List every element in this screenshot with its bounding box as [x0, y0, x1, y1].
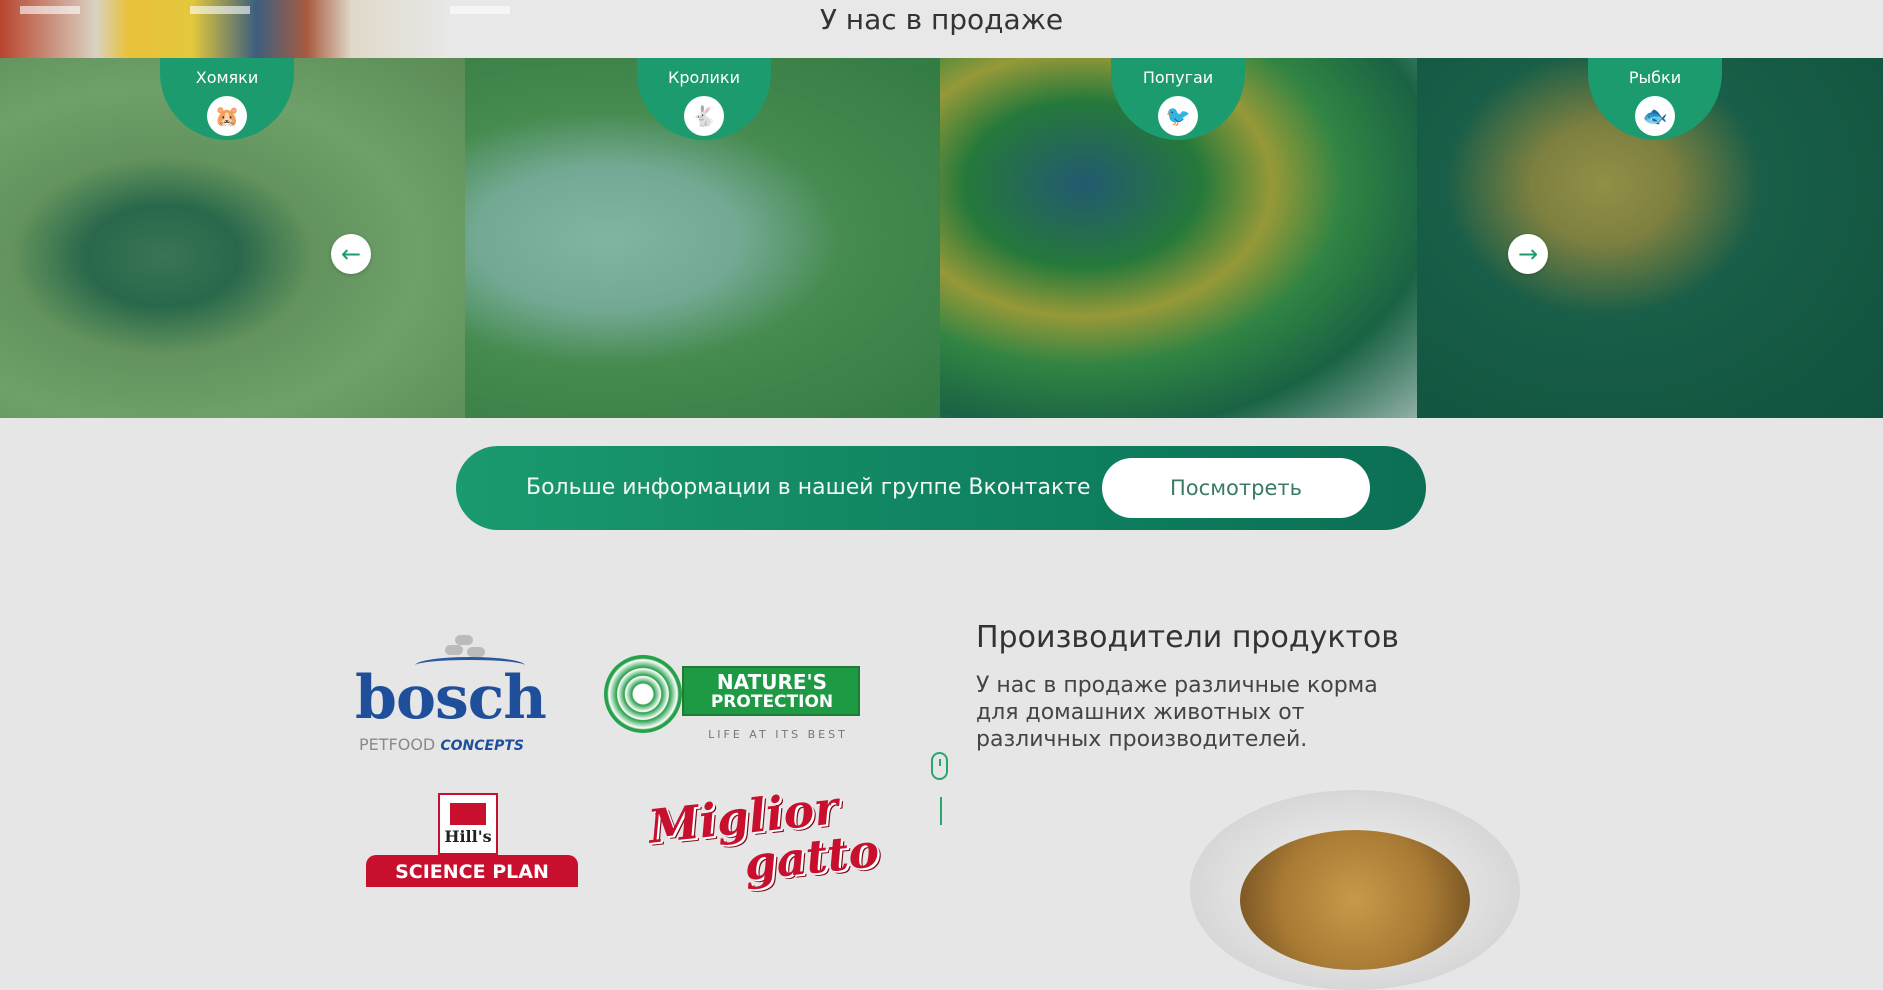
spiral-graphic: [604, 655, 682, 733]
category-label: Кролики: [668, 68, 740, 87]
parrot-icon: 🐦: [1158, 96, 1198, 136]
pets-gallery: Хомяки 🐹 Кролики 🐇 Попугаи 🐦 Рыбки 🐟 ← →: [0, 58, 1883, 418]
bosch-subline: PETFOOD CONCEPTS: [359, 735, 524, 754]
hamster-icon: 🐹: [207, 96, 247, 136]
scroll-indicator-line: [940, 797, 942, 825]
next-arrow-icon[interactable]: →: [1508, 234, 1548, 274]
hills-emblem: Hill's: [438, 793, 498, 855]
hills-logo: Hill's SCIENCE PLAN: [366, 793, 578, 887]
vk-banner: Больше информации в нашей группе Вконтак…: [456, 446, 1426, 530]
gallery-card-hamsters[interactable]: Хомяки 🐹: [0, 58, 465, 418]
kibble-image: [1240, 830, 1470, 970]
category-label: Рыбки: [1628, 68, 1682, 87]
prev-arrow-icon[interactable]: ←: [331, 234, 371, 274]
scroll-mouse-icon[interactable]: [931, 752, 948, 780]
bosch-logo: bosch PETFOOD CONCEPTS: [355, 635, 570, 755]
gallery-card-rabbits[interactable]: Кролики 🐇: [465, 58, 940, 418]
gallery-card-parrots[interactable]: Попугаи 🐦: [940, 58, 1417, 418]
category-label: Хомяки: [195, 68, 259, 87]
natures-protection-tagline: LIFE AT ITS BEST: [708, 728, 848, 741]
gallery-card-fish[interactable]: Рыбки 🐟: [1417, 58, 1883, 418]
rabbit-icon: 🐇: [684, 96, 724, 136]
hills-banner: SCIENCE PLAN: [366, 855, 578, 887]
producers-title: Производители продуктов: [976, 620, 1399, 655]
producers-description: У нас в продаже различные корма для дома…: [976, 673, 1378, 752]
natures-protection-logo: NATURE'S PROTECTION LIFE AT ITS BEST: [604, 650, 862, 745]
migliorgatto-logo: Miglior gatto: [646, 780, 888, 891]
view-vk-button[interactable]: Посмотреть: [1102, 458, 1370, 518]
bosch-wordmark: bosch: [355, 663, 547, 733]
section-title: У нас в продаже: [819, 3, 1064, 36]
vk-banner-text: Больше информации в нашей группе Вконтак…: [526, 475, 1091, 500]
fish-icon: 🐟: [1635, 96, 1675, 136]
natures-protection-box: NATURE'S PROTECTION: [682, 666, 860, 716]
category-label: Попугаи: [1142, 68, 1214, 87]
